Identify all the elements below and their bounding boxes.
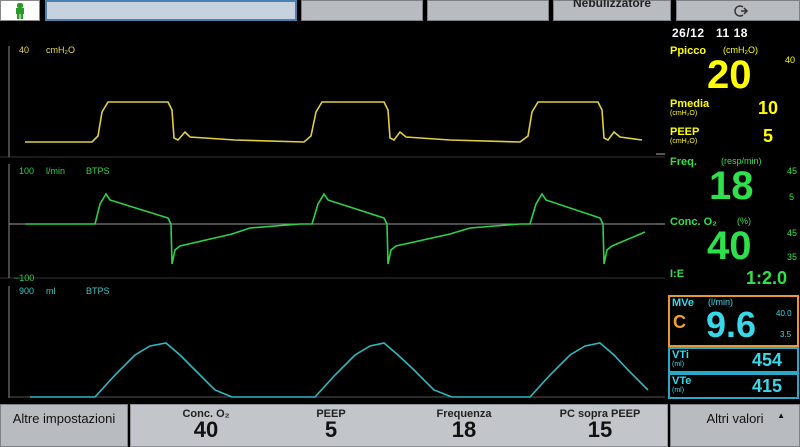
peep-value: 5 bbox=[763, 126, 774, 146]
waveform-graphs bbox=[0, 46, 665, 398]
alarm-silence-button[interactable] bbox=[676, 0, 800, 21]
vte-box[interactable]: VTe (ml) 415 bbox=[668, 373, 799, 399]
other-values-button[interactable]: Altri valori ▲ bbox=[670, 404, 800, 447]
date-time: 26/12 11 18 bbox=[672, 26, 748, 40]
mve-box[interactable]: MVe (l/min) C 9.6 40.0 3.5 bbox=[668, 295, 799, 347]
pmean-value: 10 bbox=[758, 98, 779, 118]
mode-button[interactable] bbox=[45, 0, 297, 21]
o2-low-limit: 35 bbox=[787, 252, 798, 262]
setting-o2[interactable]: Conc. O₂ 40 bbox=[151, 408, 261, 442]
ie-value: 1:2.0 bbox=[746, 268, 788, 288]
setting-frequency[interactable]: Frequenza 18 bbox=[409, 408, 519, 442]
o2-high-limit: 45 bbox=[787, 228, 798, 238]
other-settings-label: Altre impostazioni bbox=[12, 411, 116, 426]
vti-unit: (ml) bbox=[672, 361, 685, 368]
waveform-area: 40 cmH₂O 100 l/min BTPS −100 900 ml BTPS bbox=[0, 40, 665, 400]
o2-value: 40 bbox=[707, 224, 752, 268]
time: 11 18 bbox=[716, 26, 748, 40]
vte-value: 415 bbox=[752, 376, 783, 396]
setting-pc-above-peep-value: 15 bbox=[587, 417, 613, 442]
mve-low-limit: 3.5 bbox=[780, 330, 792, 339]
vti-label: VTi bbox=[672, 349, 689, 361]
volume-scale-max: 900 bbox=[19, 286, 35, 296]
ppeak-label: Ppicco bbox=[670, 45, 707, 57]
setting-peep-value: 5 bbox=[324, 417, 338, 442]
nebulizer-button[interactable]: Nebulizzatore bbox=[553, 0, 671, 21]
ie-label: I:E bbox=[670, 268, 685, 280]
flow-btps: BTPS bbox=[86, 166, 110, 176]
flow-waveform bbox=[25, 192, 646, 265]
freq-high-limit: 45 bbox=[787, 166, 798, 176]
vte-unit: (ml) bbox=[672, 387, 685, 394]
vti-value: 454 bbox=[752, 350, 783, 370]
peep-unit: (cmH₂O) bbox=[670, 138, 698, 145]
setting-o2-value: 40 bbox=[193, 417, 219, 442]
pressure-waveform bbox=[25, 101, 643, 143]
flow-unit: l/min bbox=[46, 166, 66, 176]
mve-prefix: C bbox=[673, 312, 686, 332]
mve-value: 9.6 bbox=[706, 304, 757, 345]
mve-label: MVe bbox=[672, 297, 695, 309]
setting-pc-above-peep[interactable]: PC sopra PEEP 15 bbox=[545, 408, 655, 442]
monitor-panel: Ppicco (cmH₂O) 40 20 Pmedia (cmH₂O) 10 P… bbox=[665, 40, 800, 400]
peep-label: PEEP bbox=[670, 126, 700, 138]
other-settings-button[interactable]: Altre impostazioni bbox=[0, 404, 128, 447]
other-values-label: Altri valori bbox=[706, 411, 764, 426]
freq-value: 18 bbox=[709, 164, 754, 208]
freq-label: Freq. bbox=[670, 156, 697, 168]
top-toolbar: Nebulizzatore bbox=[0, 0, 800, 22]
vte-label: VTe bbox=[672, 375, 692, 387]
settings-panel: Conc. O₂ 40 PEEP 5 Frequenza 18 PC sopra… bbox=[130, 404, 668, 447]
adult-patient-icon bbox=[16, 3, 24, 19]
nebulizer-label: Nebulizzatore bbox=[572, 0, 651, 10]
alarm-reset-icon bbox=[734, 5, 749, 17]
date: 26/12 bbox=[672, 26, 705, 40]
pmean-unit: (cmH₂O) bbox=[670, 110, 698, 117]
setting-frequency-value: 18 bbox=[451, 417, 477, 442]
flow-scale-max: 100 bbox=[19, 166, 35, 176]
expand-up-icon: ▲ bbox=[777, 411, 785, 420]
setting-peep[interactable]: PEEP 5 bbox=[276, 408, 386, 442]
pressure-unit: cmH₂O bbox=[46, 45, 75, 55]
volume-unit: ml bbox=[46, 286, 56, 296]
toolbar-button-2[interactable] bbox=[301, 0, 423, 21]
ppeak-limit: 40 bbox=[785, 55, 796, 65]
freq-low-limit: 5 bbox=[789, 192, 795, 202]
bottom-bar: Altre impostazioni Conc. O₂ 40 PEEP 5 Fr… bbox=[0, 402, 800, 447]
toolbar-button-3[interactable] bbox=[427, 0, 549, 21]
patient-type-button[interactable] bbox=[0, 0, 40, 21]
volume-btps: BTPS bbox=[86, 286, 110, 296]
pressure-scale-max: 40 bbox=[19, 45, 30, 55]
volume-waveform bbox=[30, 342, 649, 398]
vti-box[interactable]: VTi (ml) 454 bbox=[668, 347, 799, 373]
pmean-label: Pmedia bbox=[670, 98, 710, 110]
flow-scale-min: −100 bbox=[14, 273, 35, 283]
ppeak-value: 20 bbox=[707, 53, 752, 97]
mve-high-limit: 40.0 bbox=[776, 309, 792, 318]
